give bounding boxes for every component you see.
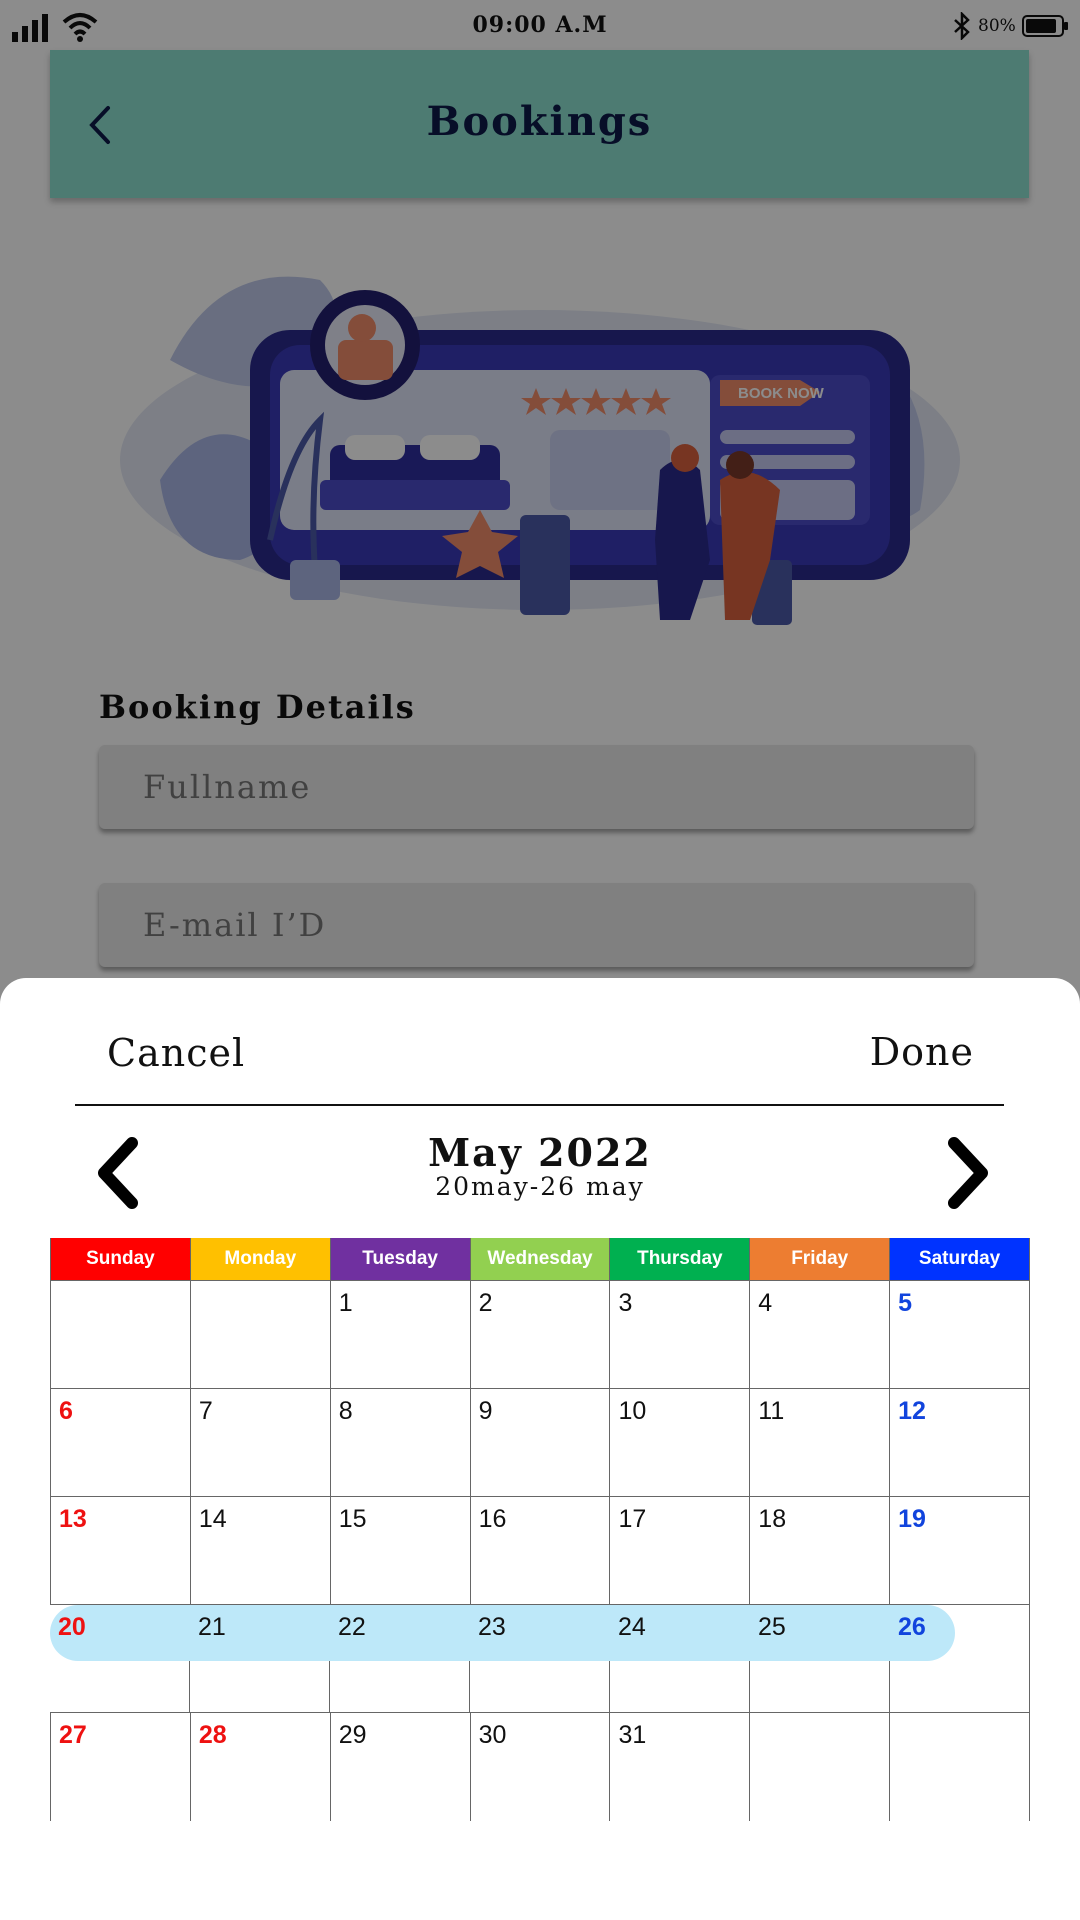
day-number: 29 [338,1721,367,1749]
day-cell[interactable]: 3 [610,1281,751,1389]
cancel-button[interactable]: Cancel [107,1031,245,1075]
weekday-header-monday: Monday [190,1238,331,1280]
empty-day-cell [750,1713,891,1821]
selected-range-text: 20may-26 may [435,1172,645,1201]
day-cell[interactable]: 15 [330,1497,471,1605]
week-row: 13 14 15 16 17 18 19 [50,1497,1031,1605]
done-button[interactable]: Done [870,1030,974,1074]
day-cell[interactable]: 16 [470,1497,611,1605]
day-cell[interactable]: 17 [610,1497,751,1605]
weekday-header-thursday: Thursday [610,1238,751,1280]
day-cell[interactable]: 9 [470,1389,611,1497]
day-cell[interactable]: 31 [610,1713,751,1821]
day-number: 7 [198,1397,213,1425]
day-cell[interactable]: 5 [890,1281,1031,1389]
day-number: 31 [618,1721,647,1749]
day-cell[interactable]: 8 [330,1389,471,1497]
day-number: 6 [59,1397,73,1425]
day-number: 5 [898,1289,913,1317]
day-number: 27 [59,1721,87,1749]
empty-day-cell [190,1281,331,1389]
day-cell[interactable]: 18 [750,1497,891,1605]
day-number: 30 [478,1721,507,1749]
day-cell[interactable]: 29 [331,1713,471,1821]
day-number: 28 [198,1721,227,1749]
day-number: 14 [198,1505,227,1533]
day-cell[interactable]: 14 [190,1497,331,1605]
day-number: 17 [618,1505,647,1533]
day-cell[interactable]: 4 [750,1281,891,1389]
day-cell[interactable]: 30 [471,1713,611,1821]
day-cell[interactable]: 19 [890,1497,1031,1605]
day-number: 3 [618,1289,633,1317]
day-number: 1 [338,1289,353,1317]
day-number: 18 [758,1505,787,1533]
day-number: 19 [898,1505,926,1533]
day-number: 26 [898,1613,926,1641]
next-month-chevron-icon[interactable] [940,1133,996,1213]
weekday-header-sunday: Sunday [50,1238,191,1280]
day-number: 16 [478,1505,507,1533]
day-cell[interactable]: 28 [191,1713,331,1821]
weekday-header-wednesday: Wednesday [470,1238,611,1280]
day-cell[interactable]: 1 [330,1281,471,1389]
day-cell[interactable]: 27 [50,1713,191,1821]
day-number: 25 [758,1613,786,1641]
empty-day-cell [890,1713,1031,1821]
day-number: 4 [758,1289,773,1317]
weekday-header-friday: Friday [750,1238,891,1280]
day-number: 15 [338,1505,367,1533]
day-cell[interactable]: 11 [750,1389,891,1497]
week-row: 1 2 3 4 5 [50,1281,1031,1389]
day-number: 12 [898,1397,926,1425]
day-cell[interactable]: 12 [890,1389,1031,1497]
date-picker-sheet: Cancel Done May 2022 20may-26 may Sunday… [0,978,1080,1920]
day-number: 22 [338,1613,366,1641]
day-cell[interactable]: 10 [610,1389,751,1497]
month-title: May 2022 [428,1130,652,1175]
empty-day-cell [50,1281,191,1389]
day-cell[interactable]: 6 [50,1389,191,1497]
day-number: 13 [59,1505,87,1533]
week-row: 27 28 29 30 31 [50,1713,1031,1821]
day-cell[interactable]: 13 [50,1497,191,1605]
weekday-header-saturday: Saturday [890,1238,1031,1280]
day-number: 23 [478,1613,506,1641]
day-number: 21 [198,1613,226,1641]
day-number: 2 [478,1289,493,1317]
day-number: 24 [618,1613,646,1641]
day-number: 20 [58,1613,86,1641]
day-cell[interactable]: 2 [470,1281,611,1389]
day-number: 10 [618,1397,647,1425]
day-number: 8 [338,1397,353,1425]
week-row: 20 21 22 23 24 25 26 [50,1605,1030,1713]
day-number: 11 [758,1397,785,1425]
weekday-header-tuesday: Tuesday [330,1238,471,1280]
day-number: 9 [478,1397,493,1425]
day-cell[interactable]: 7 [190,1389,331,1497]
calendar-grid: Sunday Monday Tuesday Wednesday Thursday Frid… [50,1238,1031,1821]
weekday-header-row: Sunday Monday Tuesday Wednesday Thursday Frid… [50,1238,1031,1281]
calendar-weeks: 1 2 3 4 5 6 7 8 9 10 11 12 13 14 15 16 17 18 19 20 21 22 23 24 2… [50,1281,1031,1821]
sheet-divider [75,1104,1004,1106]
week-row: 6 7 8 9 10 11 12 [50,1389,1031,1497]
